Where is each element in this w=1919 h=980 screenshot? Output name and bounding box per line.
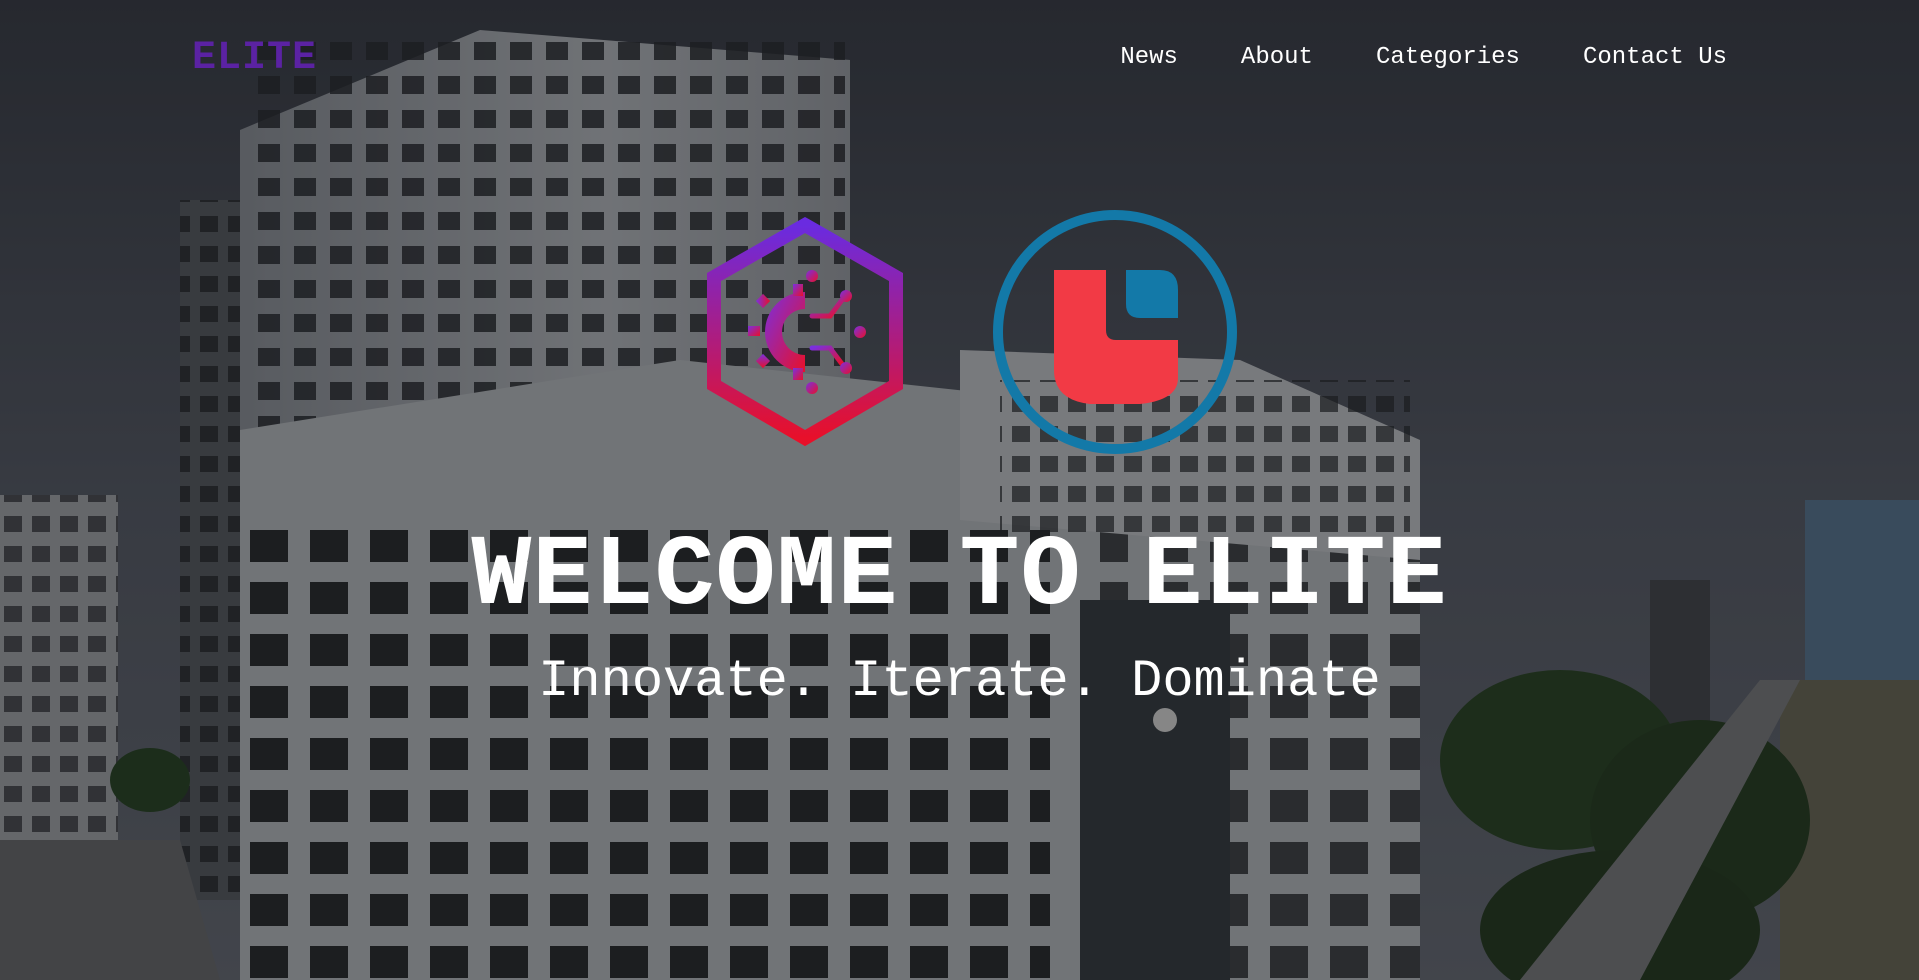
circle-shield-u-icon: [993, 210, 1237, 454]
partner-logos: [707, 210, 1237, 454]
hero-section: ELITE News About Categories Contact Us W…: [0, 0, 1919, 980]
hexagon-gear-circuit-icon: [707, 216, 903, 447]
hero-title: WELCOME TO ELITE: [471, 521, 1448, 634]
hero-subtitle: Innovate. Iterate. Dominate: [538, 652, 1381, 711]
